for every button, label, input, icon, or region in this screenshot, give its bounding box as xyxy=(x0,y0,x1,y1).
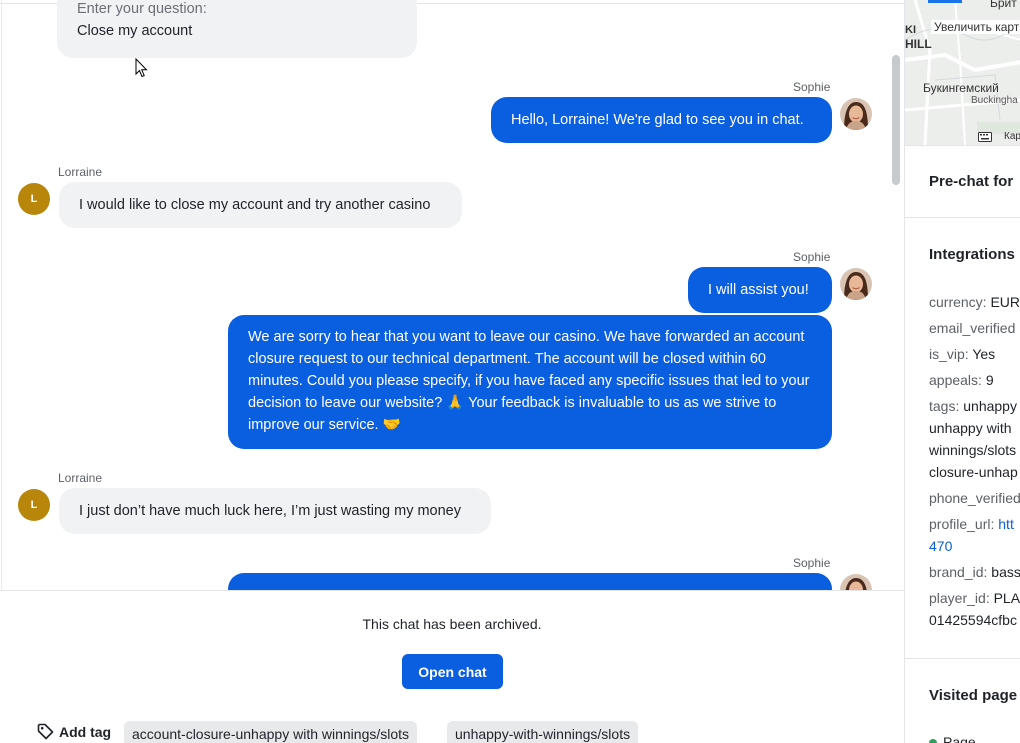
field-key: phone_verified xyxy=(929,490,1020,506)
field-value: 9 xyxy=(985,372,994,388)
integrations-section-title[interactable]: Integrations xyxy=(929,246,1015,263)
message-bubble: I would like to close my account and try… xyxy=(59,182,462,228)
tag-chip[interactable]: unhappy-with-winnings/slots xyxy=(447,721,639,743)
sidebar-divider xyxy=(905,145,1020,146)
cursor-icon xyxy=(135,58,148,78)
map-area-label-2: KI xyxy=(905,24,916,36)
sender-name: Lorraine xyxy=(58,471,103,485)
location-map[interactable]: Брит Увеличить карт KI HILL Букингемский… xyxy=(905,0,1020,145)
field-value: unhappy xyxy=(963,398,1017,414)
field-appeals: appeals: 9 xyxy=(929,369,994,391)
sender-name: Sophie xyxy=(793,556,831,570)
field-tags: tags: unhappy xyxy=(929,395,1017,417)
field-phone-verified: phone_verified xyxy=(929,487,1020,509)
keyboard-icon[interactable] xyxy=(978,132,992,142)
sidebar-divider xyxy=(905,658,1020,659)
visited-page-item: Page xyxy=(929,731,976,743)
visited-dot-icon xyxy=(929,739,937,743)
field-value: unhappy with xyxy=(929,420,1012,436)
field-value: 01425594cfbc xyxy=(929,612,1017,628)
field-profile-url: profile_url: htt xyxy=(929,513,1014,535)
agent-avatar xyxy=(840,98,872,130)
profile-url-link[interactable]: 470 xyxy=(929,538,952,554)
map-place-label: Букингемский xyxy=(923,81,999,95)
map-active-tab xyxy=(928,0,962,3)
sidebar-divider xyxy=(905,217,1020,218)
visited-pages-title[interactable]: Visited page xyxy=(929,687,1017,704)
sender-name: Sophie xyxy=(793,250,831,264)
add-tag-label: Add tag xyxy=(59,723,112,740)
details-sidebar: Брит Увеличить карт KI HILL Букингемский… xyxy=(904,0,1020,743)
chat-scrollbar[interactable] xyxy=(892,55,900,185)
field-value: closure-unhap xyxy=(929,464,1018,480)
field-player-id-cont: 01425594cfbc xyxy=(929,609,1017,631)
field-key: profile_url: xyxy=(929,516,995,532)
open-chat-button[interactable]: Open chat xyxy=(402,654,503,689)
add-tag-button[interactable]: Add tag xyxy=(37,723,111,740)
profile-url-link[interactable]: htt xyxy=(998,516,1014,532)
sender-name: Lorraine xyxy=(58,165,103,179)
prechat-section-title[interactable]: Pre-chat for xyxy=(929,173,1013,190)
chat-pane: Enter your question: Close my account So… xyxy=(0,0,904,743)
archived-panel: This chat has been archived. Open chat A… xyxy=(0,590,904,743)
map-area-label: HILL xyxy=(905,37,932,51)
prechat-question-answer: Close my account xyxy=(77,23,193,39)
field-currency: currency: EUR xyxy=(929,291,1020,313)
map-attribution[interactable]: Кар xyxy=(1004,131,1020,142)
user-avatar: L xyxy=(18,183,50,215)
sender-name: Sophie xyxy=(793,80,831,94)
map-zoom-hint[interactable]: Увеличить карт xyxy=(931,20,1020,34)
visited-page-label: Page xyxy=(943,734,976,743)
prechat-question-label: Enter your question: xyxy=(77,1,207,17)
field-key: player_id: xyxy=(929,590,990,606)
field-value: Yes xyxy=(972,346,996,362)
field-value: EUR xyxy=(990,294,1020,310)
map-label-top: Брит xyxy=(990,0,1017,10)
field-tags-cont: unhappy with xyxy=(929,417,1012,439)
prechat-question-bubble: Enter your question: Close my account xyxy=(57,0,417,58)
field-profile-url-cont: 470 xyxy=(929,535,952,557)
message-bubble: We are sorry to hear that you want to le… xyxy=(228,315,832,449)
field-value: winnings/slots xyxy=(929,442,1017,458)
field-value: PLA xyxy=(993,590,1020,606)
field-key: appeals: xyxy=(929,372,982,388)
field-brand-id: brand_id: bass xyxy=(929,561,1020,583)
field-value: bass xyxy=(991,564,1020,580)
message-bubble: Hello, Lorraine! We're glad to see you i… xyxy=(491,97,832,143)
field-is-vip: is_vip: Yes xyxy=(929,343,995,365)
field-key: currency: xyxy=(929,294,987,310)
field-key: brand_id: xyxy=(929,564,988,580)
field-tags-cont: closure-unhap xyxy=(929,461,1018,483)
tag-chip[interactable]: account-closure-unhappy with winnings/sl… xyxy=(124,721,418,743)
field-key: is_vip: xyxy=(929,346,969,362)
field-player-id: player_id: PLA xyxy=(929,587,1020,609)
agent-avatar xyxy=(840,268,872,300)
field-tags-cont: winnings/slots xyxy=(929,439,1016,461)
map-place-en-label: Buckingha xyxy=(971,95,1018,106)
user-avatar: L xyxy=(18,489,50,521)
field-key: tags: xyxy=(929,398,960,414)
field-email-verified: email_verified xyxy=(929,317,1015,339)
field-key: email_verified xyxy=(929,320,1016,336)
tag-icon xyxy=(37,723,54,740)
archived-notice: This chat has been archived. xyxy=(362,616,542,632)
message-bubble: I will assist you! xyxy=(688,267,832,313)
message-bubble: I just don’t have much luck here, I’m ju… xyxy=(59,488,491,534)
